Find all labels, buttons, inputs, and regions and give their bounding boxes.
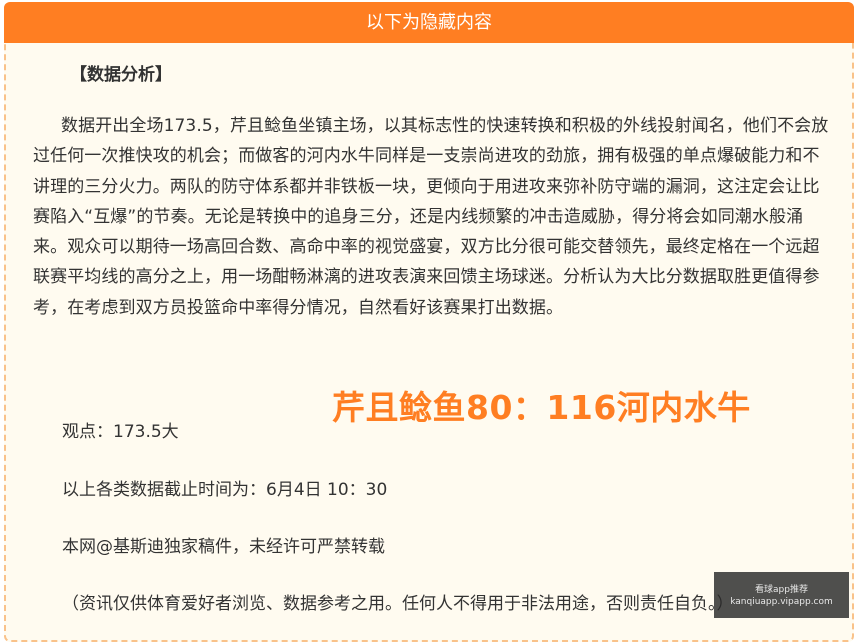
section-title: 【数据分析】 <box>70 65 172 85</box>
panel-header: 以下为隐藏内容 <box>4 2 854 43</box>
viewpoint-text: 观点：173.5大 <box>62 422 179 442</box>
analysis-paragraph: 数据开出全场173.5，芹且鲶鱼坐镇主场，以其标志性的快速转换和积极的外线投射闻… <box>33 116 829 318</box>
deadline-text: 以上各类数据截止时间为：6月4日 10：30 <box>62 480 388 500</box>
disclaimer-text: （资讯仅供体育爱好者浏览、数据参考之用。任何人不得用于非法用途，否则责任自负。） <box>62 594 734 614</box>
copyright-text: 本网@基斯迪独家稿件，未经许可严禁转载 <box>62 537 385 557</box>
watermark-line1: 看球app推荐 <box>755 585 808 595</box>
site-watermark: 看球app推荐 kanqiuapp.vipapp.com <box>714 572 849 618</box>
article-content: 【数据分析】 数据开出全场173.5，芹且鲶鱼坐镇主场，以其标志性的快速转换和积… <box>33 60 833 323</box>
watermark-line2: kanqiuapp.vipapp.com <box>730 597 833 607</box>
score-overlay: 芹且鲶鱼80：116河内水牛 <box>332 388 751 427</box>
